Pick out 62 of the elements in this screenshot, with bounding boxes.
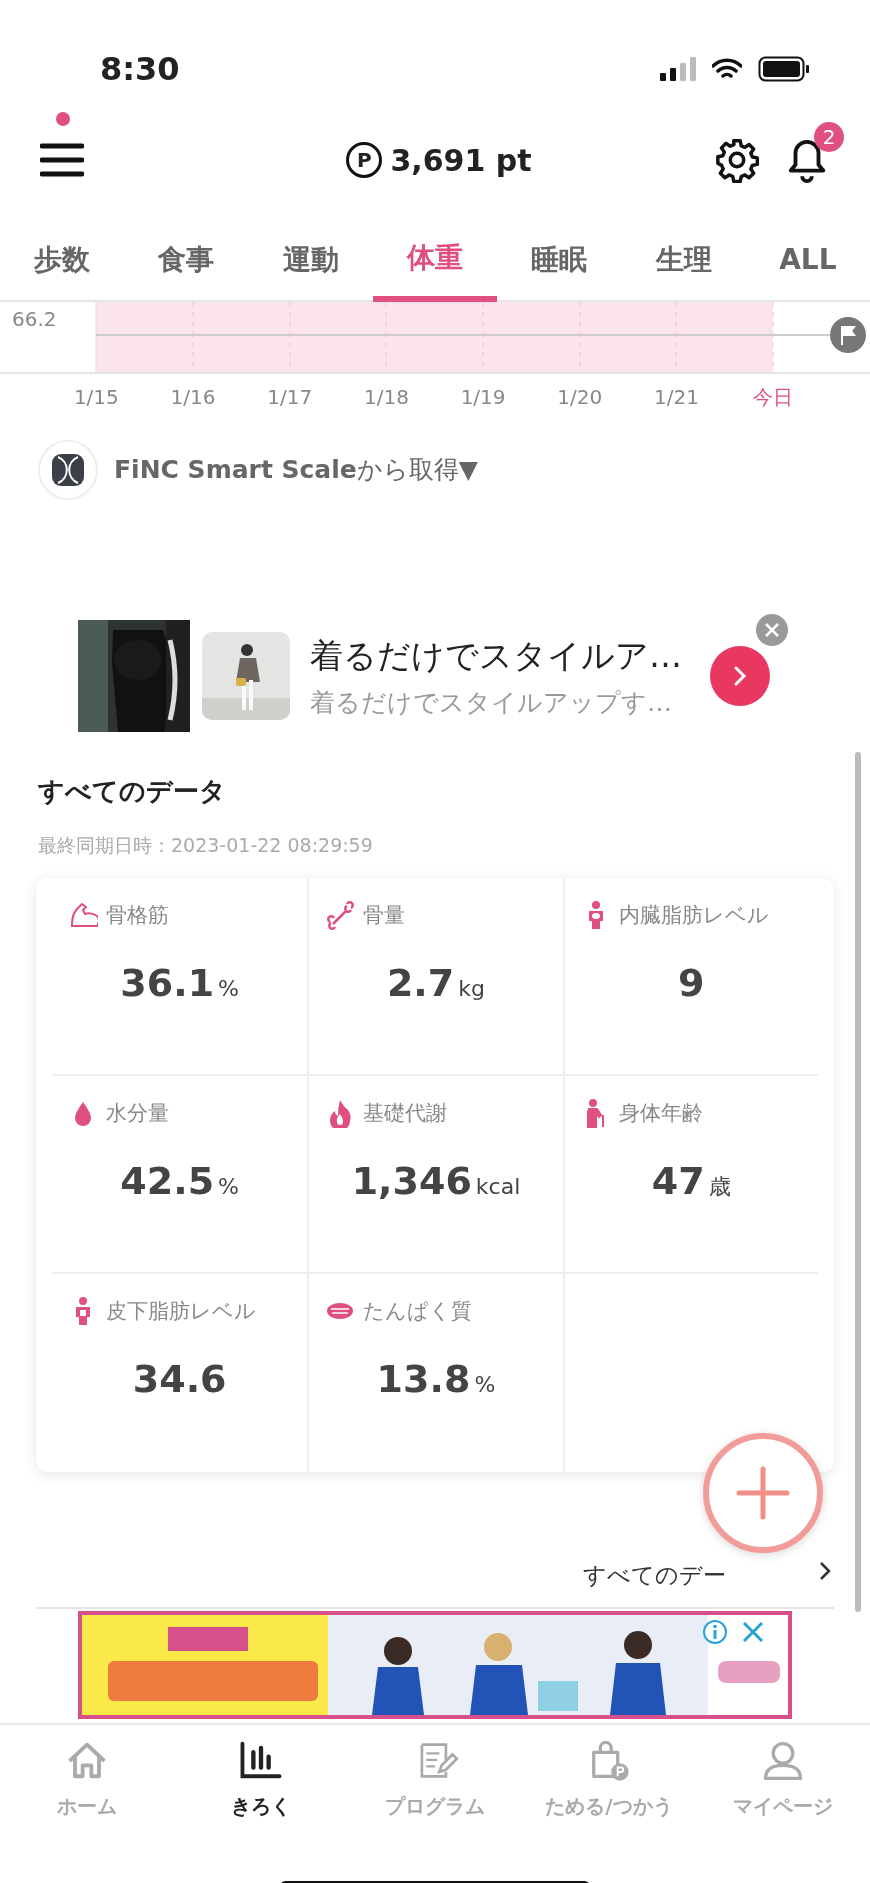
metric-label: たんぱく質	[363, 1297, 473, 1325]
tab[interactable]: 生理	[621, 220, 746, 300]
metric-value: 1,346	[351, 1158, 472, 1205]
notification-count: 2	[814, 122, 844, 152]
points-balance: 3,691 pt	[390, 141, 532, 180]
date-label: 1/16	[169, 384, 217, 411]
close-icon	[764, 622, 780, 638]
metric-label: 骨量	[363, 901, 406, 929]
metric-value: 36.1	[120, 960, 215, 1007]
chevron-right-icon	[733, 665, 747, 687]
menu-button[interactable]	[40, 142, 84, 178]
metric-unit: %	[218, 975, 239, 1003]
metric-value: 34.6	[132, 1356, 227, 1403]
date-label: 1/21	[653, 384, 700, 411]
metric-unit: %	[218, 1173, 239, 1201]
metric-label: 水分量	[106, 1099, 169, 1127]
tab[interactable]: ALL	[745, 220, 870, 300]
axis-label: 66.2	[12, 306, 57, 333]
metric-value: 42.5	[120, 1158, 215, 1205]
metric-label: 骨格筋	[106, 901, 169, 929]
tab[interactable]: 睡眠	[497, 220, 622, 300]
metric-unit: kg	[458, 975, 485, 1003]
date-label: 1/20	[556, 384, 604, 411]
ad-description: 着るだけでスタイルアップす…	[310, 687, 673, 719]
settings-button[interactable]	[714, 137, 760, 183]
tab[interactable]: 歩数	[0, 220, 125, 300]
plus-icon	[735, 1465, 791, 1521]
close-button[interactable]	[756, 614, 788, 646]
data-source-selector[interactable]: FiNC Smart Scaleから取得▼	[114, 451, 478, 489]
nav-tab[interactable]: きろく	[174, 1724, 348, 1843]
chevron-icon	[818, 1559, 832, 1582]
metric-unit: kcal	[475, 1173, 521, 1201]
metric-unit: %	[474, 1371, 496, 1399]
metric-value: 2.7	[386, 960, 455, 1007]
wifi-icon	[712, 58, 742, 80]
scale-icon	[38, 440, 98, 500]
date-label: 1/19	[459, 384, 507, 411]
tab[interactable]: 食事	[124, 220, 249, 300]
metric-label: 基礎代謝	[363, 1099, 448, 1127]
last-sync-time: 最終同期日時：2023-01-22 08:29:59	[37, 833, 374, 858]
all-data-link[interactable]: すべてのデー	[583, 1557, 726, 1592]
bone-icon	[325, 900, 356, 931]
metric-value: 13.8	[376, 1356, 471, 1403]
date-label: 今日	[752, 384, 795, 411]
battery-icon	[758, 56, 810, 82]
close-icon[interactable]	[742, 1620, 764, 1643]
ad-title: 着るだけでスタイルア…	[310, 634, 682, 677]
date-label: 1/17	[266, 384, 314, 411]
points-icon: P	[346, 142, 383, 178]
date-label: 1/15	[72, 384, 120, 411]
metric-unit: 歳	[708, 1173, 731, 1201]
ad-open-button[interactable]	[710, 646, 770, 706]
clock-time: 8:30	[100, 49, 180, 90]
section-title: すべてのデータ	[37, 775, 227, 808]
metric-value: 47	[651, 1158, 705, 1205]
signal-icon	[660, 57, 696, 81]
metric-value: 9	[678, 960, 705, 1007]
metric-label: 身体年齢	[618, 1099, 703, 1127]
metric-label: 皮下脂肪レベル	[106, 1297, 256, 1325]
date-label: 1/18	[362, 384, 410, 411]
tab[interactable]: 運動	[248, 220, 373, 300]
metric-label: 内臓脂肪レベル	[618, 901, 769, 929]
